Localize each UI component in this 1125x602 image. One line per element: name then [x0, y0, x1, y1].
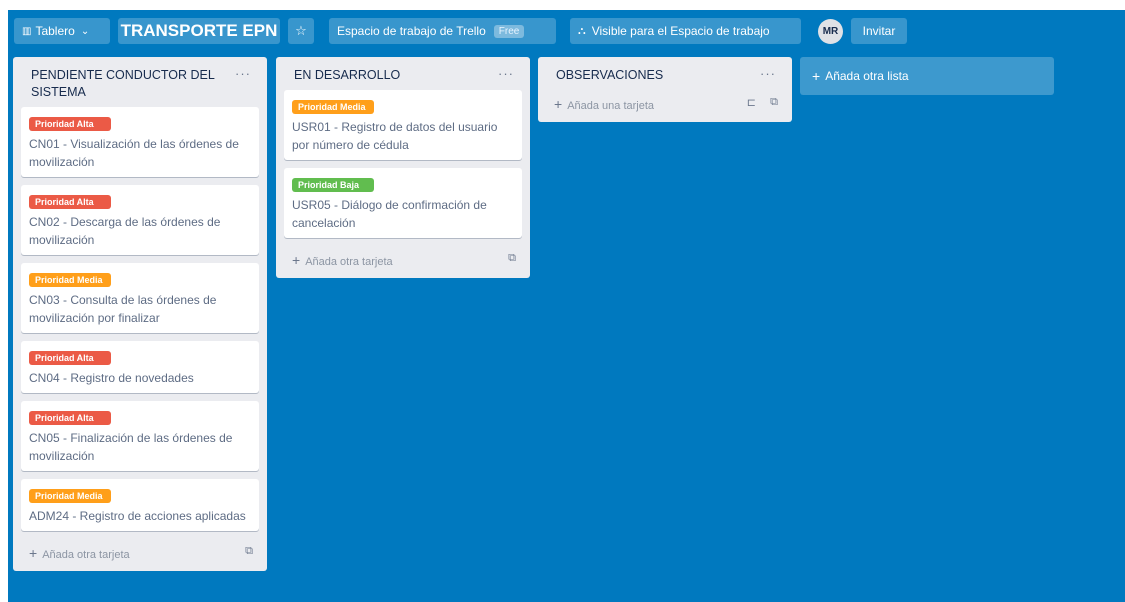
board-title[interactable]: TRANSPORTE EPN	[118, 18, 280, 44]
card-title: USR01 - Registro de datos del usuario po…	[292, 120, 498, 152]
workspace-button[interactable]: Espacio de trabajo de Trello Free	[329, 18, 556, 44]
chevron-down-icon: ⌄	[80, 25, 90, 37]
card[interactable]: Prioridad Media CN03 - Consulta de las ó…	[21, 263, 259, 333]
priority-label: Prioridad Alta	[29, 195, 111, 209]
card-title: CN04 - Registro de novedades	[29, 371, 194, 385]
card[interactable]: Prioridad Baja USR05 - Diálogo de confir…	[284, 168, 522, 238]
add-card-label: Añada otra tarjeta	[305, 256, 393, 268]
plus-icon: +	[812, 68, 821, 84]
card[interactable]: Prioridad Alta CN04 - Registro de noveda…	[21, 341, 259, 393]
add-card-button[interactable]: + Añada una tarjeta ⊏ ⧉	[546, 90, 784, 114]
board-view-label: Tablero	[35, 24, 75, 38]
list-observaciones: OBSERVACIONES ··· + Añada una tarjeta ⊏ ⧉	[538, 57, 792, 122]
plus-icon: +	[554, 96, 563, 112]
board: ▥ Tablero ⌄ TRANSPORTE EPN ☆ Espacio de …	[8, 10, 1125, 602]
list-title[interactable]: PENDIENTE CONDUCTOR DEL SISTEMA	[31, 68, 214, 99]
list-title[interactable]: EN DESARROLLO	[294, 68, 400, 82]
card[interactable]: Prioridad Alta CN01 - Visualización de l…	[21, 107, 259, 177]
add-card-label: Añada una tarjeta	[567, 100, 655, 112]
add-list-button[interactable]: + Añada otra lista	[800, 57, 1054, 95]
invite-button[interactable]: Invitar	[851, 18, 907, 44]
card-title: CN03 - Consulta de las órdenes de movili…	[29, 293, 217, 325]
card-title: USR05 - Diálogo de confirmación de cance…	[292, 198, 487, 230]
priority-label: Prioridad Baja	[292, 178, 374, 192]
board-header: ▥ Tablero ⌄ TRANSPORTE EPN ☆ Espacio de …	[8, 10, 1125, 50]
board-view-button[interactable]: ▥ Tablero ⌄	[14, 18, 110, 44]
priority-label: Prioridad Media	[29, 489, 111, 503]
card-icon[interactable]: ⊏	[747, 96, 756, 109]
card[interactable]: Prioridad Media ADM24 - Registro de acci…	[21, 479, 259, 531]
visibility-button[interactable]: ⛬ Visible para el Espacio de trabajo	[570, 18, 801, 44]
list-menu-button[interactable]: ···	[498, 65, 514, 82]
list-pendiente: PENDIENTE CONDUCTOR DEL SISTEMA ··· Prio…	[13, 57, 267, 571]
plus-icon: +	[29, 545, 38, 561]
plus-icon: +	[292, 252, 301, 268]
priority-label: Prioridad Alta	[29, 351, 111, 365]
template-icon[interactable]: ⧉	[508, 252, 516, 265]
priority-label: Prioridad Alta	[29, 117, 111, 131]
priority-label: Prioridad Media	[29, 273, 111, 287]
visibility-label: Visible para el Espacio de trabajo	[591, 24, 770, 38]
board-icon: ▥	[22, 25, 32, 37]
add-list-label: Añada otra lista	[825, 69, 909, 83]
list-menu-button[interactable]: ···	[235, 65, 251, 82]
card-title: CN01 - Visualización de las órdenes de m…	[29, 137, 239, 169]
card[interactable]: Prioridad Alta CN02 - Descarga de las ór…	[21, 185, 259, 255]
card[interactable]: Prioridad Media USR01 - Registro de dato…	[284, 90, 522, 160]
plan-badge: Free	[493, 24, 525, 38]
workspace-label: Espacio de trabajo de Trello	[337, 24, 486, 38]
list-en-desarrollo: EN DESARROLLO ··· Prioridad Media USR01 …	[276, 57, 530, 278]
add-card-label: Añada otra tarjeta	[42, 549, 130, 561]
star-button[interactable]: ☆	[288, 18, 314, 44]
card[interactable]: Prioridad Alta CN05 - Finalización de la…	[21, 401, 259, 471]
template-icon[interactable]: ⧉	[770, 96, 778, 109]
list-title[interactable]: OBSERVACIONES	[556, 68, 663, 82]
add-card-button[interactable]: + Añada otra tarjeta ⧉	[21, 539, 259, 563]
add-card-button[interactable]: + Añada otra tarjeta ⧉	[284, 246, 522, 270]
people-icon: ⛬	[578, 24, 586, 37]
priority-label: Prioridad Alta	[29, 411, 111, 425]
card-title: CN05 - Finalización de las órdenes de mo…	[29, 431, 233, 463]
card-title: CN02 - Descarga de las órdenes de movili…	[29, 215, 221, 247]
template-icon[interactable]: ⧉	[245, 545, 253, 558]
list-menu-button[interactable]: ···	[760, 65, 776, 82]
star-icon: ☆	[295, 23, 307, 38]
avatar[interactable]: MR	[818, 19, 843, 44]
priority-label: Prioridad Media	[292, 100, 374, 114]
card-title: ADM24 - Registro de acciones aplicadas	[29, 509, 246, 523]
